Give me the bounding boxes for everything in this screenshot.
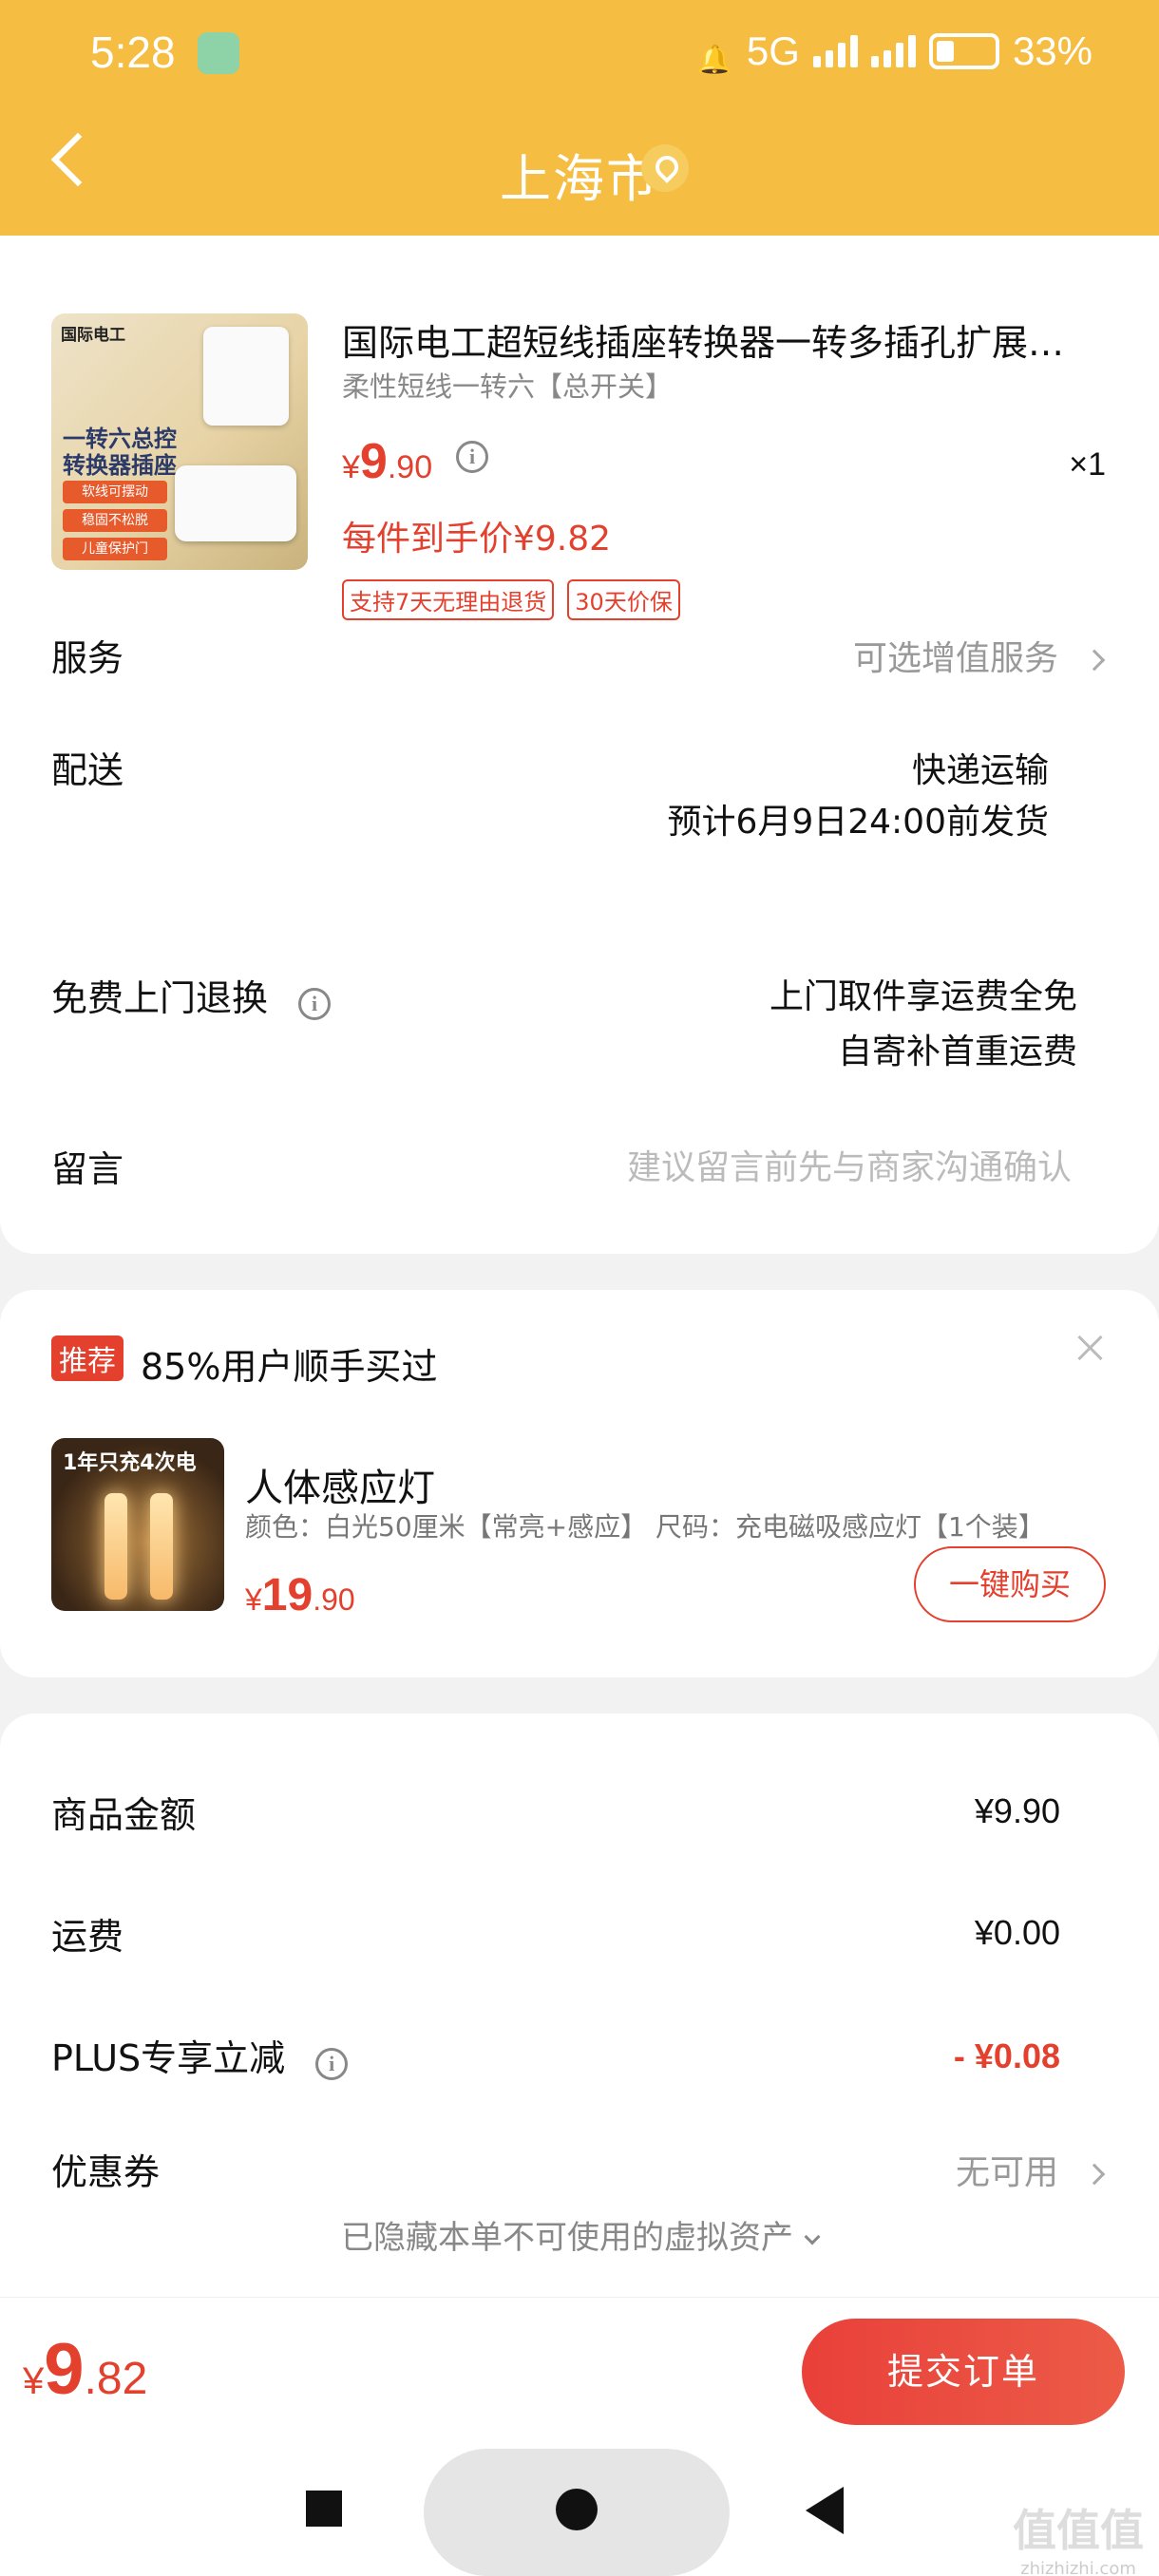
service-label: 服务 — [51, 637, 124, 679]
price-integer: 9 — [44, 2329, 85, 2410]
note-label: 留言 — [51, 1148, 124, 1190]
price-decimal: .90 — [313, 1582, 355, 1617]
delivery-method: 快递运输 — [911, 751, 1049, 790]
product-image-brand: 国际电工 — [61, 326, 125, 345]
goods-amount-value: ¥9.90 — [974, 1791, 1060, 1830]
price-integer: 9 — [359, 434, 388, 489]
return-label: 免费上门退换 i — [51, 969, 332, 1021]
price-currency: ¥ — [245, 1582, 262, 1617]
recommend-name[interactable]: 人体感应灯 — [245, 1457, 435, 1512]
checkout-bar: ¥9.82 提交订单 — [0, 2297, 1159, 2449]
recommend-card: 推荐 85%用户顺手买过 1年只充4次电 人体感应灯 颜色：白光50厘米【常亮+… — [0, 1290, 1159, 1677]
power-strip-graphic — [175, 465, 296, 541]
lamp-graphic — [150, 1493, 173, 1600]
price-currency: ¥ — [23, 2360, 45, 2402]
service-tags: 支持7天无理由退货 30天价保 — [342, 579, 680, 620]
info-icon[interactable]: i — [298, 988, 332, 1020]
battery-level: 33% — [1012, 28, 1092, 73]
mute-icon — [697, 33, 733, 69]
plus-discount-value: - ¥0.08 — [953, 2036, 1060, 2075]
watermark: 值值值 zhizhizhi.com — [1013, 2496, 1144, 2576]
quantity: ×1 — [1069, 446, 1106, 483]
price-integer: 19 — [261, 1570, 314, 1620]
hidden-assets-text: 已隐藏本单不可使用的虚拟资产 — [341, 2219, 793, 2257]
product-title[interactable]: 国际电工超短线插座转换器一转多插孔扩展… — [342, 313, 1092, 366]
unit-final-price: 每件到手价¥9.82 — [342, 520, 612, 559]
plus-discount-label: PLUS专享立减 i — [51, 2029, 349, 2081]
delivery-estimate: 预计6月9日24:00前发货 — [667, 803, 1049, 842]
tag-price-protect: 30天价保 — [567, 579, 680, 620]
recommend-badge: 推荐 — [51, 1335, 124, 1381]
system-nav-bar — [0, 2449, 1159, 2576]
page-title[interactable]: 上海市 — [0, 137, 1159, 212]
network-type: 5G — [746, 28, 800, 73]
price-decimal: .90 — [387, 449, 433, 485]
chevron-down-icon — [804, 2228, 821, 2245]
recommend-spec: 颜色：白光50厘米【常亮+感应】 尺码：充电磁吸感应灯【1个装】 — [245, 1511, 1045, 1543]
coupon-label: 优惠券 — [51, 2151, 161, 2193]
socket-graphic — [203, 327, 289, 426]
submit-order-button[interactable]: 提交订单 — [802, 2319, 1125, 2425]
coupon-selector[interactable]: 无可用 — [955, 2145, 1106, 2194]
home-icon[interactable] — [556, 2489, 598, 2530]
total-price: ¥9.82 — [23, 2328, 147, 2411]
price-currency: ¥ — [342, 449, 360, 485]
product-image[interactable]: 国际电工 一转六总控 转换器插座 软线可摆动 稳固不松脱 儿童保护门 — [51, 313, 308, 570]
status-bar: 5:28 5G 33% — [0, 21, 1159, 87]
location-icon[interactable] — [641, 144, 689, 192]
recommend-image[interactable]: 1年只充4次电 — [51, 1438, 224, 1611]
battery-icon — [928, 33, 999, 69]
shipping-label: 运费 — [51, 1916, 124, 1958]
recommend-price: ¥19.90 — [245, 1569, 355, 1621]
product-price: ¥9.90 — [342, 433, 432, 490]
chevron-right-icon — [1083, 2163, 1106, 2186]
plus-discount-text: PLUS专享立减 — [51, 2037, 286, 2079]
product-image-headline: 一转六总控 转换器插座 — [63, 426, 177, 479]
signal-icon — [812, 35, 858, 67]
return-value-2: 自寄补首重运费 — [837, 1032, 1077, 1071]
order-item-card: 国际电工 一转六总控 转换器插座 软线可摆动 稳固不松脱 儿童保护门 国际电工超… — [0, 236, 1159, 1254]
note-input[interactable]: 建议留言前先与商家沟通确认 — [627, 1140, 1072, 1189]
service-value: 可选增值服务 — [852, 639, 1058, 678]
price-decimal: .82 — [84, 2354, 148, 2404]
close-icon[interactable] — [1074, 1332, 1106, 1364]
delivery-label: 配送 — [51, 749, 124, 791]
hidden-assets-toggle[interactable]: 已隐藏本单不可使用的虚拟资产 — [0, 2211, 1159, 2258]
chevron-right-icon — [1083, 649, 1106, 672]
coupon-value: 无可用 — [955, 2153, 1058, 2192]
tag-return: 支持7天无理由退货 — [342, 579, 555, 620]
header-bar: 5:28 5G 33% 上海市 — [0, 0, 1159, 236]
return-label-text: 免费上门退换 — [51, 977, 269, 1019]
recents-icon[interactable] — [306, 2491, 342, 2527]
watermark-sub: zhizhizhi.com — [1020, 2559, 1136, 2576]
goods-amount-label: 商品金额 — [51, 1794, 197, 1836]
watermark-main: 值值值 — [1013, 2505, 1144, 2556]
product-spec[interactable]: 柔性短线一转六【总开关】 — [342, 365, 673, 405]
recommend-title: 85%用户顺手买过 — [141, 1346, 438, 1388]
service-selector[interactable]: 可选增值服务 — [852, 631, 1106, 680]
one-click-buy-button[interactable]: 一键购买 — [914, 1546, 1106, 1622]
app-notification-icon — [198, 32, 239, 74]
back-nav-icon[interactable] — [806, 2487, 844, 2534]
shipping-value: ¥0.00 — [974, 1913, 1060, 1952]
recommend-image-text: 1年只充4次电 — [63, 1451, 197, 1475]
info-icon[interactable]: i — [456, 441, 488, 473]
price-summary-card: 商品金额 ¥9.90 运费 ¥0.00 PLUS专享立减 i - ¥0.08 优… — [0, 1714, 1159, 2302]
lamp-graphic — [104, 1493, 127, 1600]
product-image-pill: 稳固不松脱 — [63, 509, 167, 532]
status-right: 5G 33% — [697, 28, 1092, 74]
status-time: 5:28 — [90, 28, 176, 77]
product-image-pill: 儿童保护门 — [63, 538, 167, 560]
product-image-pill: 软线可摆动 — [63, 481, 167, 503]
signal-icon-2 — [870, 35, 916, 67]
nav-header: 上海市 — [0, 123, 1159, 209]
info-icon[interactable]: i — [315, 2048, 349, 2080]
return-value-1: 上门取件享运费全免 — [769, 977, 1077, 1016]
